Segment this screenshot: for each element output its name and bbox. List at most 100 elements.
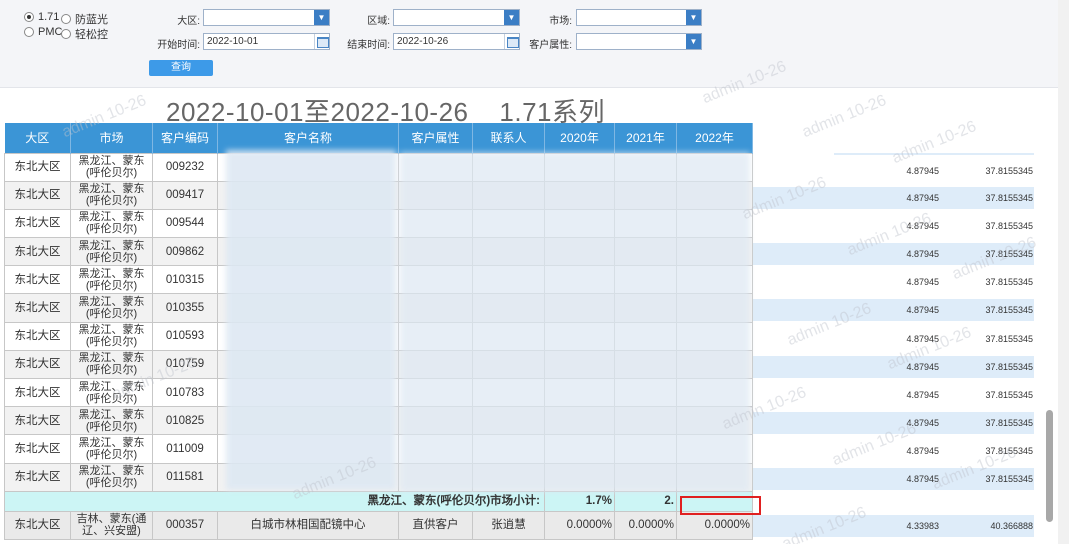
value-a: 4.87945 (906, 249, 939, 259)
col-2021[interactable]: 2021年 (614, 123, 677, 153)
radio-easy-control[interactable]: 轻松控 (61, 26, 108, 42)
area-select[interactable]: ▼ (393, 9, 520, 26)
cell-code: 009862 (152, 237, 218, 267)
subtotal-2021: 2. (614, 490, 677, 512)
cell-attr: 直供客户 (398, 510, 473, 540)
value-b: 37.8155345 (985, 390, 1033, 400)
radio-dot (61, 29, 71, 39)
cell-code: 010593 (152, 321, 218, 351)
value-b: 37.8155345 (985, 166, 1033, 176)
cell-market: 黑龙江、蒙东(呼伦贝尔) (70, 434, 153, 464)
table-header: 大区 市场 客户编码 客户名称 客户属性 联系人 2020年 2021年 202… (4, 123, 753, 153)
cell-region: 东北大区 (4, 349, 71, 380)
right-value-row: 4.87945 37.8155345 (752, 440, 1034, 462)
cell-region: 东北大区 (4, 434, 71, 464)
chevron-down-icon: ▼ (686, 34, 701, 49)
calendar-icon[interactable] (314, 34, 329, 49)
value-a: 4.33983 (906, 521, 939, 531)
right-value-row: 4.87945 37.8155345 (752, 384, 1034, 406)
value-b: 37.8155345 (985, 277, 1033, 287)
customer-attr-select[interactable]: ▼ (576, 33, 702, 50)
value-a: 4.87945 (906, 277, 939, 287)
right-value-row: 4.87945 37.8155345 (752, 160, 1034, 182)
subtotal-row: 黑龙江、蒙东(呼伦贝尔)市场小计: 1.7% 2. (4, 490, 753, 512)
value-b: 37.8155345 (985, 362, 1033, 372)
chevron-down-icon: ▼ (314, 10, 329, 25)
right-value-row: 4.87945 37.8155345 (752, 356, 1034, 378)
start-date-input[interactable]: 2022-10-01 (203, 33, 330, 50)
subtotal-2020: 1.7% (544, 490, 615, 512)
value-b: 37.8155345 (985, 446, 1033, 456)
cell-region: 东北大区 (4, 152, 71, 182)
col-contact[interactable]: 联系人 (472, 123, 545, 153)
radio-pmc[interactable]: PMC (24, 26, 62, 38)
cell-region: 东北大区 (4, 510, 71, 540)
value-b: 37.8155345 (985, 249, 1033, 259)
cell-code: 010315 (152, 265, 218, 295)
cell-code: 010825 (152, 406, 218, 436)
cell-market: 黑龙江、蒙东(呼伦贝尔) (70, 293, 153, 323)
radio-171[interactable]: 1.71 (24, 11, 59, 23)
cell-market: 黑龙江、蒙东(呼伦贝尔) (70, 462, 153, 492)
value-b: 37.8155345 (985, 474, 1033, 484)
query-button[interactable]: 查询 (149, 60, 213, 76)
cell-market: 黑龙江、蒙东(呼伦贝尔) (70, 406, 153, 436)
radio-dot (61, 14, 71, 24)
cell-code: 009417 (152, 180, 218, 210)
right-value-row: 4.87945 37.8155345 (752, 271, 1034, 293)
area-label: 区域: (367, 16, 390, 27)
cell-region: 东北大区 (4, 462, 71, 492)
radio-dot (24, 27, 34, 37)
cell-code: 010759 (152, 349, 218, 380)
cell-market: 黑龙江、蒙东(呼伦贝尔) (70, 265, 153, 295)
col-2020[interactable]: 2020年 (544, 123, 615, 153)
col-2022[interactable]: 2022年 (676, 123, 753, 153)
col-code[interactable]: 客户编码 (152, 123, 218, 153)
value-a: 4.87945 (906, 362, 939, 372)
col-region[interactable]: 大区 (4, 123, 71, 153)
col-attr[interactable]: 客户属性 (398, 123, 473, 153)
redaction-overlay (226, 150, 396, 490)
subtotal-label: 黑龙江、蒙东(呼伦贝尔)市场小计: (4, 490, 545, 512)
cell-market: 黑龙江、蒙东(呼伦贝尔) (70, 349, 153, 380)
cell-region: 东北大区 (4, 237, 71, 267)
col-market[interactable]: 市场 (70, 123, 153, 153)
end-date-input[interactable]: 2022-10-26 (393, 33, 520, 50)
cell-market: 黑龙江、蒙东(呼伦贝尔) (70, 152, 153, 182)
region-select[interactable]: ▼ (203, 9, 330, 26)
value-b: 37.8155345 (985, 334, 1033, 344)
cell-region: 东北大区 (4, 293, 71, 323)
cell-code: 011581 (152, 462, 218, 492)
table-row[interactable]: 东北大区 吉林、蒙东(通辽、兴安盟) 000357 白城市林相国配镜中心 直供客… (4, 510, 753, 540)
market-select[interactable]: ▼ (576, 9, 702, 26)
cell-market: 吉林、蒙东(通辽、兴安盟) (70, 510, 153, 540)
cell-name: 白城市林相国配镜中心 (217, 510, 399, 540)
cell-region: 东北大区 (4, 321, 71, 351)
cell-code: 010783 (152, 377, 218, 408)
filter-panel: 1.71 防蓝光 PMC 轻松控 大区: ▼ 区域: ▼ 市场: ▼ 开始时间:… (0, 0, 1058, 88)
scrollbar-thumb[interactable] (1046, 410, 1053, 522)
region-label: 大区: (177, 16, 200, 27)
redaction-overlay (400, 152, 750, 492)
cell-region: 东北大区 (4, 406, 71, 436)
cell-region: 东北大区 (4, 377, 71, 408)
right-value-row: 4.87945 37.8155345 (752, 215, 1034, 237)
value-a: 4.87945 (906, 446, 939, 456)
cell-region: 东北大区 (4, 180, 71, 210)
col-name[interactable]: 客户名称 (217, 123, 399, 153)
right-value-row: 4.87945 37.8155345 (752, 299, 1034, 321)
value-b: 37.8155345 (985, 221, 1033, 231)
right-value-row: 4.87945 37.8155345 (752, 328, 1034, 350)
value-a: 4.87945 (906, 193, 939, 203)
radio-anti-blue[interactable]: 防蓝光 (61, 11, 108, 27)
cell-region: 东北大区 (4, 265, 71, 295)
end-date-label: 结束时间: (347, 40, 390, 51)
value-a: 4.87945 (906, 418, 939, 428)
cell-2022: 0.0000% (676, 510, 753, 540)
right-value-row: 4.87945 37.8155345 (752, 243, 1034, 265)
cell-market: 黑龙江、蒙东(呼伦贝尔) (70, 180, 153, 210)
value-a: 4.87945 (906, 474, 939, 484)
scrollbar-track[interactable] (1058, 0, 1069, 544)
calendar-icon[interactable] (504, 34, 519, 49)
cell-code: 011009 (152, 434, 218, 464)
